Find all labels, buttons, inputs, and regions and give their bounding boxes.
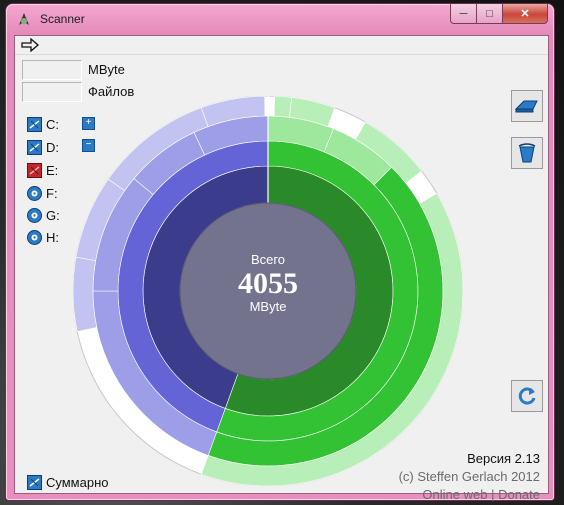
size-unit-label: MByte — [88, 62, 125, 77]
size-readout — [22, 60, 82, 80]
delete-button[interactable] — [511, 137, 543, 169]
donate-link[interactable]: Donate — [498, 487, 540, 502]
drive-label: D: — [46, 139, 59, 155]
drive-label: E: — [46, 162, 59, 178]
main-panel: MByte Файлов Всего 4055 MByte C: + D: − … — [15, 55, 548, 502]
drive-item[interactable]: G: — [27, 207, 60, 223]
expand-plus-button[interactable]: + — [82, 117, 95, 130]
window-title: Scanner — [40, 12, 85, 26]
drive-item[interactable]: E: — [27, 162, 58, 178]
drive-label: H: — [46, 229, 59, 245]
disk-usage-sunburst[interactable]: Всего 4055 MByte — [73, 96, 463, 486]
refresh-icon — [518, 387, 536, 405]
minimize-button[interactable]: ─ — [450, 4, 477, 24]
total-unit: MByte — [250, 299, 287, 314]
scan-button[interactable] — [511, 90, 543, 122]
drive-item[interactable]: H: — [27, 229, 59, 245]
folder-segment[interactable] — [273, 96, 293, 118]
folder-segment[interactable] — [73, 256, 98, 332]
optical-disc-icon — [27, 229, 42, 245]
arrow-right-icon[interactable] — [21, 38, 39, 52]
copyright-label: (c) Steffen Gerlach 2012 — [398, 469, 540, 484]
footer-links: Online web | Donate — [422, 487, 540, 502]
version-label: Версия 2.13 — [467, 451, 540, 466]
hard-drive-disabled-icon — [27, 162, 42, 178]
hard-drive-icon — [27, 475, 42, 490]
hard-drive-icon — [27, 116, 42, 132]
eraser-icon — [514, 100, 538, 113]
drive-label: C: — [46, 116, 59, 132]
trash-icon — [518, 143, 536, 163]
total-caption: Всего — [251, 252, 285, 267]
drive-item[interactable]: F: — [27, 185, 58, 201]
drive-item[interactable]: C: — [27, 116, 59, 132]
hard-drive-icon — [27, 139, 42, 155]
summary-label: Суммарно — [46, 475, 109, 490]
close-button[interactable]: ✕ — [503, 4, 548, 24]
refresh-button[interactable] — [511, 380, 543, 412]
total-value: 4055 — [238, 267, 298, 300]
online-web-link[interactable]: Online web — [422, 487, 487, 502]
link-separator: | — [487, 487, 499, 502]
optical-disc-icon — [27, 185, 42, 201]
scanner-window: Scanner ─ □ ✕ MByte Файлов Всего 4055 MB… — [6, 4, 554, 502]
drive-label: F: — [46, 185, 58, 201]
scanner-app-icon — [19, 13, 29, 25]
drive-label: G: — [46, 207, 60, 223]
maximize-button[interactable]: □ — [477, 4, 503, 24]
collapse-minus-button[interactable]: − — [82, 139, 95, 152]
optical-disc-icon — [27, 207, 42, 223]
client-area: MByte Файлов Всего 4055 MByte C: + D: − … — [14, 35, 549, 502]
menu-bar — [15, 36, 548, 55]
drive-item[interactable]: D: — [27, 139, 59, 155]
summary-item[interactable]: Суммарно — [27, 475, 109, 490]
title-bar[interactable]: Scanner ─ □ ✕ — [6, 4, 554, 34]
